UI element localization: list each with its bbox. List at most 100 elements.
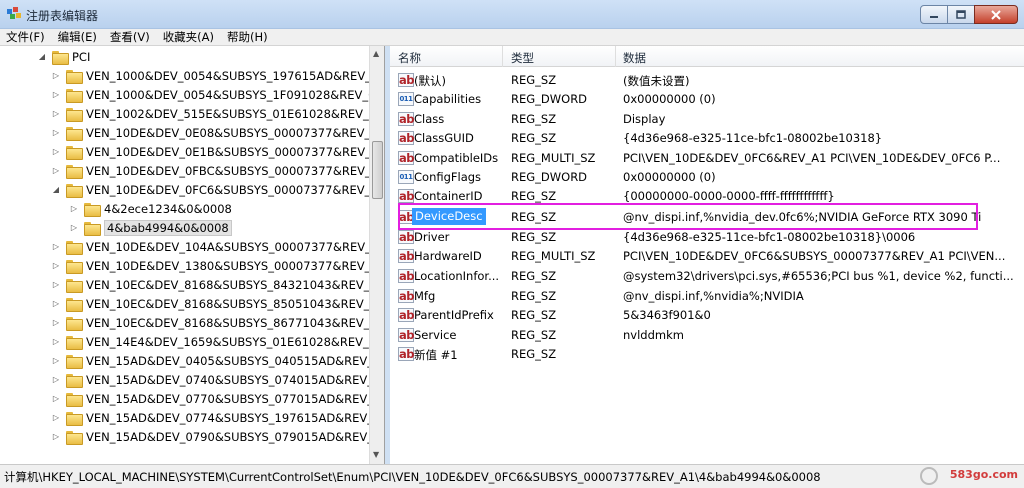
expand-icon[interactable]: ▷: [52, 128, 60, 137]
expand-icon[interactable]: ▷: [52, 375, 60, 384]
scroll-up-icon[interactable]: ▲: [373, 49, 379, 58]
tree-item[interactable]: ▷ VEN_15AD&DEV_0770&SUBSYS_077015AD&REV_…: [52, 389, 385, 408]
menu-help[interactable]: 帮助(H): [227, 29, 268, 45]
value-data: 0x00000000 (0): [623, 170, 716, 184]
value-row[interactable]: ab (默认) REG_SZ (数值未设置): [390, 70, 1024, 89]
values-list[interactable]: 名称 类型 数据 ab (默认) REG_SZ (数值未设置) 011 Capa…: [390, 46, 1024, 464]
value-data: {4d36e968-e325-11ce-bfc1-08002be10318}: [623, 131, 883, 145]
tree-scroll-thumb[interactable]: [372, 141, 383, 199]
tree-item[interactable]: ▷ VEN_10DE&DEV_0E08&SUBSYS_00007377&REV_…: [52, 123, 384, 142]
tree-item[interactable]: ▷ VEN_10EC&DEV_8168&SUBSYS_84321043&REV_…: [52, 275, 384, 294]
minimize-button[interactable]: [920, 5, 948, 24]
maximize-button[interactable]: [947, 5, 975, 24]
folder-icon: [66, 259, 83, 274]
value-type: REG_SZ: [511, 73, 557, 87]
value-row[interactable]: ab CompatibleIDs REG_MULTI_SZ PCI\VEN_10…: [390, 148, 1024, 167]
expand-icon[interactable]: ▷: [52, 71, 60, 80]
value-row[interactable]: ab 新值 #1 REG_SZ: [390, 344, 1024, 363]
value-row[interactable]: 011 ConfigFlags REG_DWORD 0x00000000 (0): [390, 167, 1024, 186]
tree-item-pci[interactable]: ◢ PCI: [38, 47, 90, 66]
value-name: ClassGUID: [414, 131, 474, 145]
expand-icon[interactable]: ▷: [52, 318, 60, 327]
tree-item[interactable]: ▷ VEN_10DE&DEV_1380&SUBSYS_00007377&REV_…: [52, 256, 384, 275]
expand-icon[interactable]: ▷: [52, 299, 60, 308]
expand-icon[interactable]: ▷: [52, 109, 60, 118]
menu-bar: 文件(F) 编辑(E) 查看(V) 收藏夹(A) 帮助(H): [0, 29, 1024, 46]
scroll-down-icon[interactable]: ▼: [373, 450, 379, 459]
expand-icon[interactable]: ▷: [52, 356, 60, 365]
column-data-header[interactable]: 数据: [623, 50, 646, 66]
value-data: {00000000-0000-0000-ffff-ffffffffffff}: [623, 189, 835, 203]
string-value-icon: ab: [398, 269, 415, 283]
value-row[interactable]: ab HardwareID REG_MULTI_SZ PCI\VEN_10DE&…: [390, 246, 1024, 265]
value-row[interactable]: ab ContainerID REG_SZ {00000000-0000-000…: [390, 186, 1024, 205]
tree-item-label: VEN_15AD&DEV_0770&SUBSYS_077015AD&REV_00: [86, 391, 385, 406]
registry-tree[interactable]: ◢ PCI ▷ VEN_1000&DEV_0054&SUBSYS_197615A…: [0, 46, 385, 464]
value-row[interactable]: ab LocationInfor... REG_SZ @system32\dri…: [390, 266, 1024, 285]
tree-item[interactable]: ▷ VEN_10EC&DEV_8168&SUBSYS_85051043&REV_…: [52, 294, 384, 313]
status-path: 计算机\HKEY_LOCAL_MACHINE\SYSTEM\CurrentCon…: [4, 470, 821, 484]
value-row[interactable]: ab ParentIdPrefix REG_SZ 5&3463f901&0: [390, 305, 1024, 324]
tree-item[interactable]: ▷ VEN_10DE&DEV_0FBC&SUBSYS_00007377&REV_…: [52, 161, 385, 180]
value-row[interactable]: ab ClassGUID REG_SZ {4d36e968-e325-11ce-…: [390, 128, 1024, 147]
folder-icon: [66, 126, 83, 141]
tree-item[interactable]: ▷ VEN_10DE&DEV_104A&SUBSYS_00007377&REV_…: [52, 237, 384, 256]
column-type-header[interactable]: 类型: [511, 50, 534, 66]
expand-icon[interactable]: ▷: [52, 280, 60, 289]
expand-icon[interactable]: ▷: [70, 223, 78, 232]
string-value-icon: ab: [398, 151, 415, 165]
tree-item[interactable]: ▷ VEN_10EC&DEV_8168&SUBSYS_86771043&REV_…: [52, 313, 384, 332]
value-row[interactable]: ab Mfg REG_SZ @nv_dispi.inf,%nvidia%;NVI…: [390, 286, 1024, 305]
expand-icon[interactable]: ▷: [52, 337, 60, 346]
string-value-icon: ab: [398, 230, 415, 244]
menu-favorites[interactable]: 收藏夹(A): [163, 29, 214, 45]
expand-icon[interactable]: ▷: [70, 204, 78, 213]
expand-icon[interactable]: ▷: [52, 90, 60, 99]
watermark-logo-icon: [920, 467, 938, 485]
tree-item[interactable]: ▷ VEN_1000&DEV_0054&SUBSYS_197615AD&REV_…: [52, 66, 384, 85]
value-data: @nv_dispi.inf,%nvidia_dev.0fc6%;NVIDIA G…: [623, 210, 982, 224]
expand-icon[interactable]: ▷: [52, 432, 60, 441]
tree-item-label: VEN_1000&DEV_0054&SUBSYS_1F091028&REV_01: [86, 87, 383, 102]
folder-icon: [66, 354, 83, 369]
binary-value-icon: 011: [398, 170, 414, 184]
tree-item[interactable]: ▷ VEN_15AD&DEV_0790&SUBSYS_079015AD&REV_…: [52, 427, 384, 446]
tree-item[interactable]: ▷ VEN_1002&DEV_515E&SUBSYS_01E61028&REV_…: [52, 104, 383, 123]
close-button[interactable]: [974, 5, 1018, 24]
tree-item[interactable]: ▷ VEN_1000&DEV_0054&SUBSYS_1F091028&REV_…: [52, 85, 383, 104]
tree-item-gpu[interactable]: ◢ VEN_10DE&DEV_0FC6&SUBSYS_00007377&REV_…: [52, 180, 384, 199]
tree-item[interactable]: ▷ VEN_15AD&DEV_0774&SUBSYS_197615AD&REV_…: [52, 408, 384, 427]
expand-icon[interactable]: ▷: [52, 147, 60, 156]
value-row[interactable]: ab Service REG_SZ nvlddmkm: [390, 325, 1024, 344]
menu-file[interactable]: 文件(F): [6, 29, 45, 45]
expand-icon[interactable]: ▷: [52, 166, 60, 175]
tree-item[interactable]: ▷ VEN_10DE&DEV_0E1B&SUBSYS_00007377&REV_…: [52, 142, 384, 161]
folder-icon: [66, 183, 83, 198]
tree-item-selected[interactable]: ▷ 4&bab4994&0&0008: [70, 218, 232, 237]
tree-scrollbar[interactable]: ▲ ▼: [369, 46, 384, 464]
tree-item[interactable]: ▷ VEN_15AD&DEV_0405&SUBSYS_040515AD&REV_…: [52, 351, 384, 370]
tree-item[interactable]: ▷ VEN_14E4&DEV_1659&SUBSYS_01E61028&REV_…: [52, 332, 383, 351]
tree-item-label: PCI: [72, 49, 91, 64]
menu-view[interactable]: 查看(V): [110, 29, 150, 45]
tree-item-label: VEN_10DE&DEV_0FBC&SUBSYS_00007377&REV_A1: [86, 163, 385, 178]
tree-item[interactable]: ▷ 4&2ece1234&0&0008: [70, 199, 232, 218]
value-type: REG_SZ: [511, 289, 557, 303]
collapse-icon[interactable]: ◢: [38, 52, 46, 61]
column-name-header[interactable]: 名称: [398, 50, 421, 66]
value-data: PCI\VEN_10DE&DEV_0FC6&SUBSYS_00007377&RE…: [623, 249, 1006, 263]
expand-icon[interactable]: ▷: [52, 242, 60, 251]
tree-item[interactable]: ▷ VEN_15AD&DEV_0740&SUBSYS_074015AD&REV_…: [52, 370, 384, 389]
expand-icon[interactable]: ▷: [52, 394, 60, 403]
value-row[interactable]: ab Class REG_SZ Display: [390, 109, 1024, 128]
value-row[interactable]: 011 Capabilities REG_DWORD 0x00000000 (0…: [390, 89, 1024, 108]
value-type: REG_SZ: [511, 328, 557, 342]
expand-icon[interactable]: ▷: [52, 413, 60, 422]
value-row[interactable]: ab Driver REG_SZ {4d36e968-e325-11ce-bfc…: [390, 227, 1024, 246]
menu-edit[interactable]: 编辑(E): [58, 29, 97, 45]
value-row-selected[interactable]: ab DeviceDesc REG_SZ @nv_dispi.inf,%nvid…: [390, 207, 1024, 226]
value-type: REG_SZ: [511, 210, 557, 224]
expand-icon[interactable]: ▷: [52, 261, 60, 270]
value-name: Driver: [414, 230, 450, 244]
collapse-icon[interactable]: ◢: [52, 185, 60, 194]
